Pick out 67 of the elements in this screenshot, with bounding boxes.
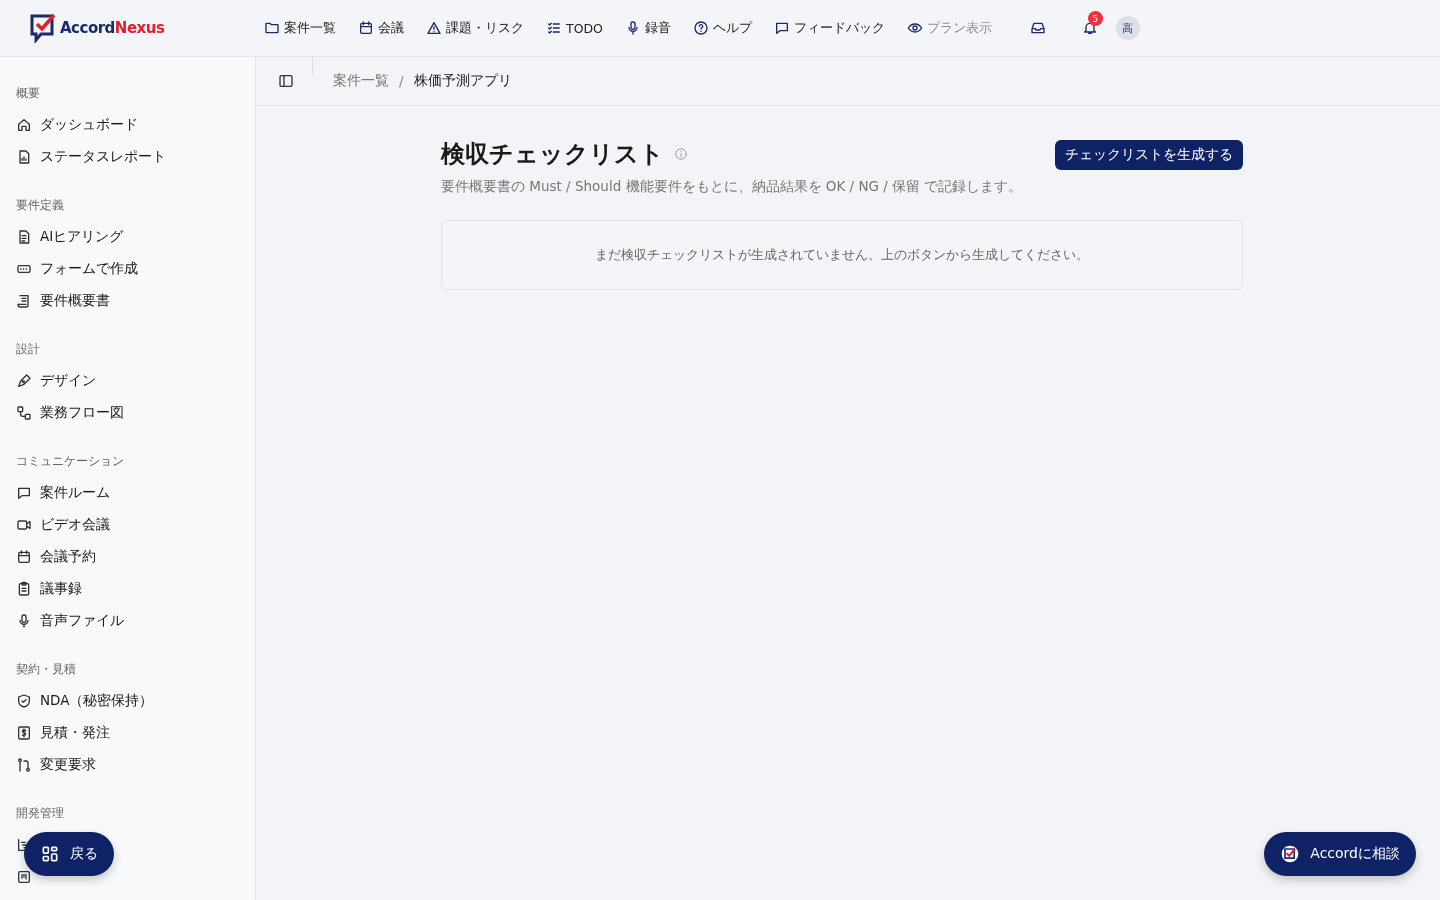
report-icon xyxy=(16,149,32,165)
calendar-icon xyxy=(358,20,374,36)
nav-link[interactable]: 案件一覧 xyxy=(262,15,338,41)
sidebar-section-title: 設計 xyxy=(16,340,41,358)
sidebar-item[interactable]: 業務フロー図 xyxy=(40,404,124,422)
sidebar-section-title: 契約・見積 xyxy=(16,660,77,678)
home-icon xyxy=(16,117,32,133)
nav-link[interactable]: フィードバック xyxy=(771,15,887,41)
sidebar-item[interactable]: 議事録 xyxy=(40,580,82,598)
nav-link[interactable]: 録音 xyxy=(622,15,673,41)
breadcrumb-item[interactable]: 案件一覧 xyxy=(333,72,389,90)
dollar-icon xyxy=(16,725,32,741)
sidebar-item[interactable]: フォームで作成 xyxy=(40,260,138,278)
flow-icon xyxy=(16,405,32,421)
pen-icon xyxy=(16,373,32,389)
checkmark-logo-icon xyxy=(30,13,58,43)
user-avatar[interactable]: 高 xyxy=(1115,16,1140,40)
page-title: 検収チェックリスト xyxy=(441,139,664,170)
breadcrumb-item: 株価予測アプリ xyxy=(413,72,512,90)
empty-state-message: まだ検収チェックリストが生成されていません。上のボタンから生成してください。 xyxy=(595,246,1089,264)
calendar-icon xyxy=(16,549,32,565)
sidebar-item[interactable]: ダッシュボード xyxy=(40,116,138,134)
sidebar-item[interactable]: 変更要求 xyxy=(40,756,96,774)
kanban-icon xyxy=(16,869,32,885)
grid-icon xyxy=(40,844,60,864)
sidebar-item[interactable]: 会議予約 xyxy=(40,548,96,566)
sidebar-item[interactable]: AIヒアリング xyxy=(40,228,124,246)
back-button[interactable]: 戻る xyxy=(24,832,114,876)
nav-link[interactable]: 会議 xyxy=(356,15,406,41)
nav-link[interactable]: ヘルプ xyxy=(690,15,754,41)
generate-checklist-button[interactable]: チェックリストを生成する xyxy=(1055,140,1243,170)
sidebar-item[interactable]: デザイン xyxy=(40,372,96,390)
clipboard-icon xyxy=(16,581,32,597)
consult-button[interactable]: Accordに相談 xyxy=(1264,832,1416,876)
sidebar-item[interactable]: 要件概要書 xyxy=(40,292,110,310)
warning-icon xyxy=(426,20,442,36)
bell-icon[interactable] xyxy=(1081,20,1098,36)
checkmark-logo-icon xyxy=(1280,844,1301,864)
app-logo[interactable]: AccordNexus xyxy=(0,13,256,43)
branch-icon xyxy=(16,757,32,773)
page-description: 要件概要書の Must / Should 機能要件をもとに、納品結果を OK / NG / 保留 で記録します。 xyxy=(441,178,1023,196)
nav-link[interactable]: TODO xyxy=(544,16,605,40)
sidebar-item[interactable]: 音声ファイル xyxy=(40,612,124,630)
scroll-icon xyxy=(16,293,32,309)
sidebar-item[interactable]: ビデオ会議 xyxy=(40,516,110,534)
sidebar-item[interactable]: NDA（秘密保持） xyxy=(40,692,154,710)
sidebar-section-title: 概要 xyxy=(16,84,41,102)
mic-icon xyxy=(16,613,32,629)
help-icon xyxy=(692,20,709,36)
sidebar-section-title: 開発管理 xyxy=(16,804,65,822)
chat-icon xyxy=(773,20,790,36)
eye-icon xyxy=(906,20,923,36)
nav-link[interactable]: 課題・リスク xyxy=(424,15,526,41)
breadcrumb-separator: / xyxy=(399,73,404,89)
video-icon xyxy=(16,517,32,533)
doc-icon xyxy=(16,229,32,245)
inbox-icon[interactable] xyxy=(1029,20,1046,36)
folder-icon xyxy=(264,20,280,36)
sidebar-item[interactable]: 案件ルーム xyxy=(40,484,110,502)
sidebar-section-title: コミュニケーション xyxy=(16,452,125,470)
checklist-icon xyxy=(546,20,562,36)
sidebar-item[interactable]: 見積・発注 xyxy=(40,724,110,742)
shield-icon xyxy=(16,693,32,709)
sidebar-section-title: 要件定義 xyxy=(16,196,65,214)
notification-count: 5 xyxy=(1087,11,1103,26)
sidebar-item[interactable]: ステータスレポート xyxy=(40,148,166,166)
chat-icon xyxy=(16,485,32,501)
